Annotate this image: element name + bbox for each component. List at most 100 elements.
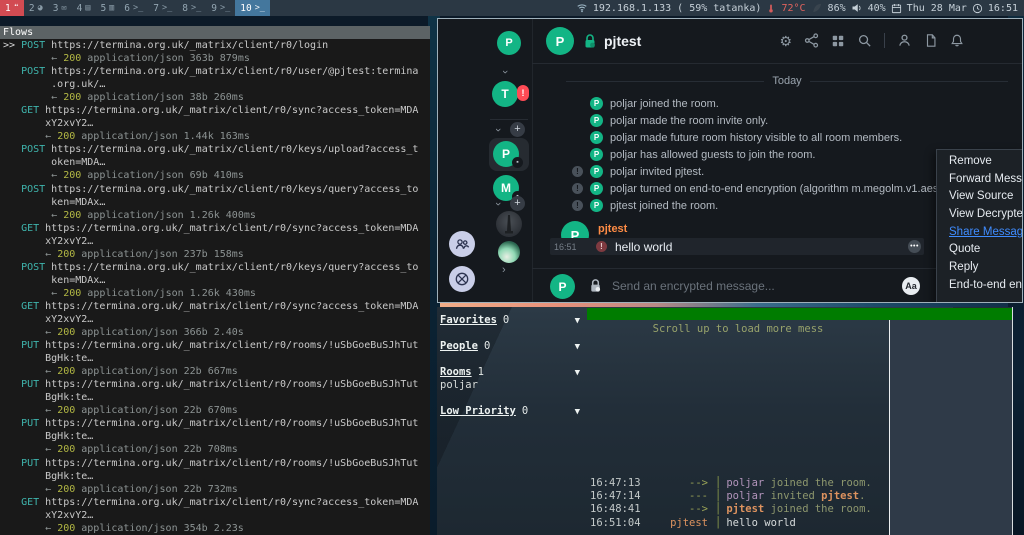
composer-input[interactable]: Send an encrypted message... — [612, 279, 775, 293]
settings-gear-icon[interactable]: ⚙ — [779, 34, 792, 48]
members-icon[interactable] — [897, 33, 912, 48]
pane-divider[interactable] — [889, 320, 890, 535]
section-header[interactable]: Rooms1▼ — [440, 366, 586, 379]
flow-row[interactable]: POST https://termina.org.uk/_matrix/clie… — [3, 143, 430, 182]
section-collapse-icon[interactable]: ▼ — [575, 406, 580, 419]
room-section: Rooms1▼poljar — [440, 366, 586, 392]
chevron-down-icon[interactable]: › — [493, 128, 503, 132]
section-collapse-icon[interactable]: ▼ — [575, 341, 580, 354]
room-header-actions: ⚙ — [779, 33, 964, 48]
flow-row[interactable]: PUT https://termina.org.uk/_matrix/clien… — [3, 457, 430, 496]
workspace-button-7[interactable]: 7>_ — [148, 0, 177, 16]
scroll-notice: Scroll up to load more mess — [587, 323, 889, 335]
terminal-icon: >_ — [133, 3, 143, 13]
room-section: People0▼ — [440, 340, 586, 353]
menu-item-remove[interactable]: Remove — [937, 153, 1023, 171]
encrypted-lock-icon — [582, 33, 598, 49]
network-status: 192.168.1.133 ( 59% tatanka) — [593, 3, 762, 14]
speaker-icon — [851, 2, 863, 14]
matrix-client-window: P › T ! › + P ▪ M ▪ › + › P pjtest — [437, 18, 1023, 303]
flows-list: >> POST https://termina.org.uk/_matrix/c… — [0, 39, 430, 535]
chevron-down-icon[interactable]: › — [500, 70, 510, 74]
event-status-icon: ! — [572, 200, 583, 211]
account-avatar[interactable]: T — [492, 81, 518, 107]
system-message: Ppoljar made the room invite only. — [532, 112, 1022, 129]
room-list-item[interactable]: poljar — [440, 379, 586, 392]
space-avatar-obelisk[interactable] — [496, 211, 522, 237]
gomuks-side-pane — [890, 320, 1013, 535]
divider — [810, 81, 1008, 82]
people-button[interactable] — [449, 231, 475, 257]
flow-row[interactable]: GET https://termina.org.uk/_matrix/clien… — [3, 496, 430, 535]
calendar-icon — [891, 3, 902, 14]
flow-row[interactable]: POST https://termina.org.uk/_matrix/clie… — [3, 261, 430, 300]
add-room-button[interactable]: + — [510, 122, 525, 137]
room-topic-bar — [587, 308, 1013, 320]
date-display: Thu 28 Mar — [907, 3, 967, 14]
chevron-down-icon[interactable]: › — [493, 202, 503, 206]
menu-item-quote[interactable]: Quote — [937, 241, 1023, 259]
message-row[interactable]: 16:51 ! hello world ••• — [550, 238, 924, 255]
obelisk-image — [496, 211, 522, 237]
section-header[interactable]: People0▼ — [440, 340, 586, 353]
format-button[interactable]: Aa — [902, 277, 920, 295]
status-indicators: 192.168.1.133 ( 59% tatanka) 72°C 86% 40… — [576, 2, 1024, 15]
workspace-button-6[interactable]: 6>_ — [119, 0, 148, 16]
flow-row[interactable]: POST https://termina.org.uk/_matrix/clie… — [3, 183, 430, 222]
date-divider: Today — [532, 75, 1022, 87]
search-icon[interactable] — [857, 33, 872, 48]
room-header: P pjtest ⚙ — [532, 19, 1022, 64]
column-header-avatar[interactable]: P — [497, 31, 521, 55]
menu-item-reply[interactable]: Reply — [937, 259, 1023, 277]
flow-row[interactable]: PUT https://termina.org.uk/_matrix/clien… — [3, 378, 430, 417]
temperature: 72°C — [781, 3, 805, 14]
composer-avatar: P — [550, 274, 575, 299]
wifi-icon — [576, 2, 588, 14]
flow-row[interactable]: GET https://termina.org.uk/_matrix/clien… — [3, 300, 430, 339]
room-name: pjtest — [604, 19, 641, 63]
menu-item-forward-message[interactable]: Forward Message — [937, 171, 1023, 189]
menu-item-end-to-end-encry[interactable]: End-to-end encry — [937, 277, 1023, 295]
section-collapse-icon[interactable]: ▼ — [575, 315, 580, 328]
avatar: P — [590, 199, 603, 212]
people-icon — [454, 236, 470, 252]
flow-row[interactable]: GET https://termina.org.uk/_matrix/clien… — [3, 104, 430, 143]
share-icon[interactable] — [804, 33, 819, 48]
workspace-button-10[interactable]: 10>_ — [235, 0, 270, 16]
room-avatar[interactable]: P — [546, 27, 574, 55]
sender-name[interactable]: pjtest — [598, 223, 627, 235]
flow-row[interactable]: POST https://termina.org.uk/_matrix/clie… — [3, 65, 430, 104]
flow-row[interactable]: PUT https://termina.org.uk/_matrix/clien… — [3, 339, 430, 378]
grid-icon[interactable] — [831, 34, 845, 48]
message-options-button[interactable]: ••• — [908, 240, 921, 253]
workspace-button-3[interactable]: 3✉ — [48, 0, 72, 16]
workspace-button-4[interactable]: 4▤ — [72, 0, 96, 16]
section-header[interactable]: Favorites0▼ — [440, 314, 586, 327]
workspace-button-8[interactable]: 8>_ — [177, 0, 206, 16]
member-badge-icon: ▪ — [512, 157, 523, 168]
flow-row[interactable]: GET https://termina.org.uk/_matrix/clien… — [3, 222, 430, 261]
file-icon[interactable] — [924, 33, 938, 48]
workspace-button-5[interactable]: 5▥ — [95, 0, 119, 16]
section-header[interactable]: Low Priority0▼ — [440, 405, 586, 418]
room-avatar-column: P › T ! › + P ▪ M ▪ › + › — [486, 19, 533, 302]
flow-row[interactable]: >> POST https://termina.org.uk/_matrix/c… — [3, 39, 430, 65]
bell-icon[interactable] — [950, 33, 964, 48]
workspace-button-9[interactable]: 9>_ — [206, 0, 235, 16]
workspace-button-1[interactable]: 1❝ — [0, 0, 24, 16]
log-line: 16:48:41-->│pjtest joined the room. — [590, 503, 888, 516]
explore-button[interactable] — [449, 266, 475, 292]
section-collapse-icon[interactable]: ▼ — [575, 367, 580, 380]
chevron-right-icon[interactable]: › — [502, 265, 506, 275]
menu-item-view-source[interactable]: View Source — [937, 188, 1023, 206]
brightness-level: 86% — [828, 3, 846, 14]
gomuks-window: Favorites0▼ People0▼ Rooms1▼poljar Low Prio… — [437, 307, 1013, 535]
menu-item-view-decrypted-s[interactable]: View Decrypted S — [937, 206, 1023, 224]
flow-row[interactable]: PUT https://termina.org.uk/_matrix/clien… — [3, 417, 430, 456]
system-message: Ppoljar made future room history visible… — [532, 129, 1022, 146]
room-section: Low Priority0▼ — [440, 405, 586, 418]
menu-item-share-message[interactable]: Share Message — [937, 224, 1023, 242]
workspace-button-2[interactable]: 2◕ — [24, 0, 48, 16]
space-avatar-aurora[interactable] — [498, 241, 520, 263]
add-space-button[interactable]: + — [510, 196, 525, 211]
